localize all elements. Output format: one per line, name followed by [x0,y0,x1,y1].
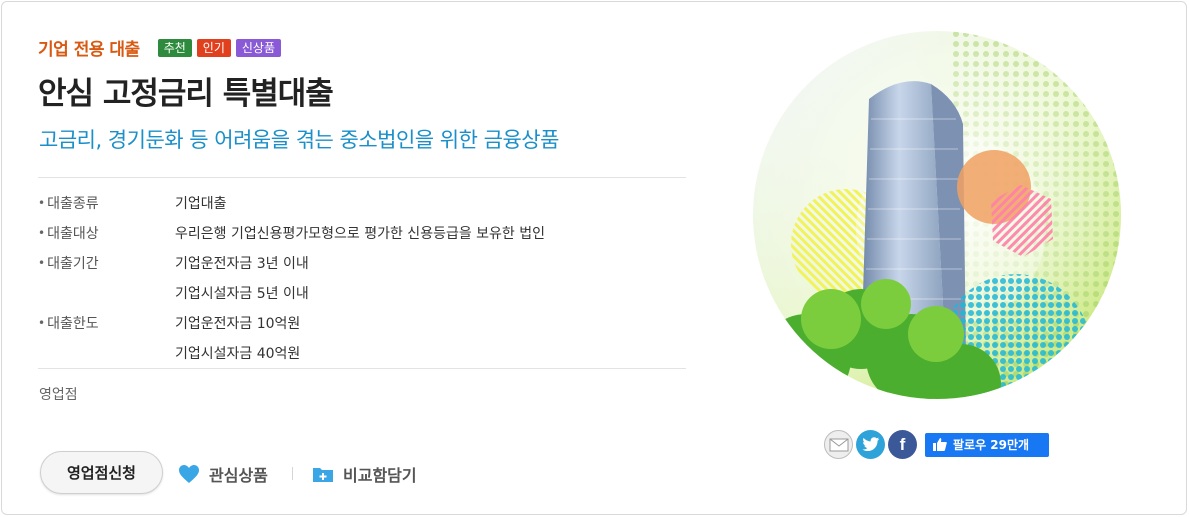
bullet-icon: • [38,256,46,270]
product-category: 기업 전용 대출 [38,40,140,60]
divider [38,177,686,178]
separator [292,467,293,480]
info-value: 기업대출 [175,196,227,212]
bullet-icon: • [38,316,46,330]
product-title: 안심 고정금리 특별대출 [38,76,334,112]
info-row-period: • 대출기간 기업운전자금 3년 이내 [38,248,686,278]
compare-label: 비교함담기 [343,466,417,485]
badge-popular: 인기 [196,38,231,57]
facebook-follow-button[interactable]: 팔로우 29만개 [925,432,1049,457]
heart-icon [179,465,199,483]
mail-icon[interactable] [824,430,853,459]
bullet-icon: • [38,196,46,210]
loan-info-list: • 대출종류 기업대출 • 대출대상 우리은행 기업신용평가모형으로 평가한 신용등… [38,188,686,368]
info-value: 기업운전자금 10억원 [175,316,301,332]
share-row: f 팔로우 29만개 [824,430,1049,459]
info-row-limit: • 대출한도 기업운전자금 10억원 [38,308,686,338]
badge-recommended: 추천 [157,38,192,57]
badge-group: 추천 인기 신상품 [157,38,281,57]
facebook-icon[interactable]: f [888,430,917,459]
bullet-icon: • [38,226,46,240]
info-label: 대출기간 [47,256,99,272]
info-row-limit-2: 기업시설자금 40억원 [38,338,686,368]
info-value: 기업운전자금 3년 이내 [175,256,309,272]
favorite-label: 관심상품 [209,466,268,485]
branch-label: 영업점 [39,387,78,403]
info-label: 대출대상 [47,226,99,242]
twitter-icon[interactable] [856,430,885,459]
info-label: 대출종류 [47,196,99,212]
favorite-link[interactable]: 관심상품 [178,462,268,486]
compare-folder-icon [313,468,333,482]
category-row: 기업 전용 대출 추천 인기 신상품 [38,35,281,60]
divider [38,368,686,369]
info-row-type: • 대출종류 기업대출 [38,188,686,218]
product-illustration [753,31,1121,399]
info-value: 기업시설자금 40억원 [175,346,301,362]
branch-apply-button[interactable]: 영업점신청 [40,451,163,494]
info-label: 대출한도 [47,316,99,332]
product-subtitle: 고금리, 경기둔화 등 어려움을 겪는 중소법인을 위한 금융상품 [39,128,559,152]
info-value: 우리은행 기업신용평가모형으로 평가한 신용등급을 보유한 법인 [175,226,546,242]
compare-link[interactable]: 비교함담기 [312,462,417,486]
info-row-period-2: 기업시설자금 5년 이내 [38,278,686,308]
product-card: 기업 전용 대출 추천 인기 신상품 안심 고정금리 특별대출 고금리, 경기둔… [1,1,1187,515]
info-value: 기업시설자금 5년 이내 [175,286,309,302]
badge-new: 신상품 [235,38,281,57]
thumbs-up-icon [933,438,947,451]
follow-label: 팔로우 29만개 [953,438,1030,452]
info-row-target: • 대출대상 우리은행 기업신용평가모형으로 평가한 신용등급을 보유한 법인 [38,218,686,248]
